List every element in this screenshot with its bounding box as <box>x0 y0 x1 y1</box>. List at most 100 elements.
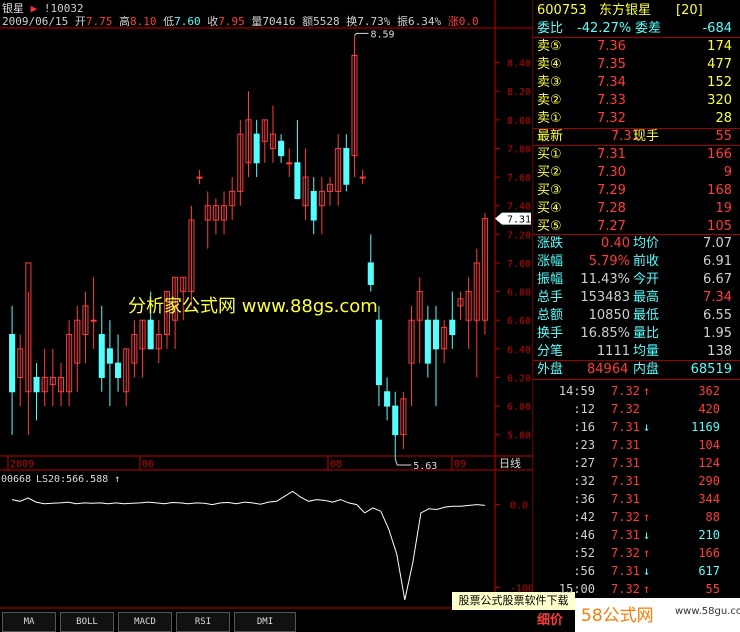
header-date: 2009/06/15 <box>2 15 69 28</box>
stat-label: 均量 <box>633 344 660 359</box>
bid-volume: 168 <box>707 183 732 198</box>
indicator-left-label: 00668 <box>1 474 31 485</box>
last-label: 最新 <box>537 129 564 144</box>
stat-value: 10850 <box>588 308 630 323</box>
price-tick-label: 8.20 <box>507 87 531 98</box>
close-label: 收 <box>207 15 219 28</box>
tab-ma[interactable]: MA <box>2 612 56 632</box>
stat-row: 总额 10850 最低 6.55 <box>533 307 740 325</box>
chg-value: 0.0 <box>458 15 479 28</box>
tick-time: :23 <box>573 438 595 452</box>
candle-down <box>367 262 374 285</box>
candle-down <box>253 133 260 164</box>
stat-value: 153483 <box>580 290 630 305</box>
candle-down <box>115 362 122 378</box>
tick-volume: 362 <box>698 384 720 398</box>
tick-time: :27 <box>573 456 595 470</box>
stat-label: 量比 <box>633 326 660 341</box>
amt-label: 额 <box>302 15 314 28</box>
tab-dmi[interactable]: DMI <box>234 612 296 632</box>
tick-time: :56 <box>573 564 595 578</box>
price-tick-label: 7.60 <box>507 173 531 184</box>
ask-volume: 477 <box>707 57 732 72</box>
candle-down <box>449 319 456 336</box>
price-tick-label: 6.00 <box>507 402 531 413</box>
stat-value: 138 <box>707 344 732 359</box>
ask-row: 卖④ 7.35 477 <box>533 56 740 74</box>
bottom-tab[interactable]: 细价 <box>537 612 563 630</box>
tab-macd[interactable]: MACD <box>118 612 172 632</box>
stat-value: 6.67 <box>703 272 732 287</box>
tick-row: :56 7.31 ↓ 617 <box>533 562 740 580</box>
candle-down <box>9 334 16 393</box>
candle-down <box>33 376 40 393</box>
stat-value: 7.07 <box>703 236 732 251</box>
weicha-label: 委差 <box>635 21 662 36</box>
tick-price: 7.31 <box>611 420 640 434</box>
vol-value: 70416 <box>262 15 296 28</box>
bid-price: 7.30 <box>597 165 626 180</box>
quote-name: 东方银星 <box>599 3 652 18</box>
tick-volume: 290 <box>698 474 720 488</box>
bid-label: 买⑤ <box>537 219 562 234</box>
tab-boll[interactable]: BOLL <box>60 612 114 632</box>
stat-row: 分笔 1111 均量 138 <box>533 343 740 361</box>
low-value: 7.60 <box>174 15 201 28</box>
stat-value: 6.55 <box>703 308 732 323</box>
tick-row: :32 7.31 290 <box>533 472 740 490</box>
stat-label: 分笔 <box>537 344 564 359</box>
ask-volume: 28 <box>715 111 732 126</box>
bid-row: 买⑤ 7.27 105 <box>533 218 740 236</box>
tick-volume: 55 <box>705 582 720 596</box>
price-tick-label: 7.00 <box>507 259 531 270</box>
ask-row: 卖② 7.33 320 <box>533 92 740 110</box>
ask-label: 卖① <box>537 111 562 126</box>
tick-volume: 124 <box>698 456 720 470</box>
stat-value: 1111 <box>596 344 630 359</box>
price-tick-label: 7.20 <box>507 230 531 241</box>
quote-code: 600753 <box>537 3 587 18</box>
open-value: 7.75 <box>85 15 113 28</box>
stat-label: 前收 <box>633 254 660 269</box>
bid-row: 买④ 7.28 19 <box>533 200 740 218</box>
chart-header: 银星 ▶ !10032 2009/06/15 开7.75 高8.10 低7.60… <box>0 0 495 28</box>
down-arrow-icon: ↓ <box>643 528 651 542</box>
turn-value: 7.73% <box>357 15 391 28</box>
candle-down <box>375 319 382 386</box>
now-label: 现手 <box>633 129 660 144</box>
low-marker <box>394 458 412 466</box>
tick-volume: 420 <box>698 402 720 416</box>
tick-price: 7.32 <box>611 384 640 398</box>
tick-volume: 210 <box>698 528 720 542</box>
indicator-tabs: MA BOLL MACD RSI DMI <box>0 610 495 632</box>
current-price-label: 7.31 <box>507 215 531 226</box>
tick-price: 7.31 <box>611 474 640 488</box>
stat-value: 0.40 <box>601 236 630 251</box>
indicator-panel: 0.0-100000668LS20:566.588 ↑ <box>1 474 533 601</box>
ask-row: 卖① 7.32 28 <box>533 110 740 128</box>
amt-value: 5528 <box>313 15 340 28</box>
tick-volume: 104 <box>698 438 720 452</box>
turn-label: 换 <box>346 15 358 28</box>
open-label: 开 <box>74 15 86 28</box>
stat-value: 16.85% <box>580 326 630 341</box>
tab-rsi[interactable]: RSI <box>176 612 230 632</box>
price-tick-label: 5.80 <box>507 431 531 442</box>
tick-time: :42 <box>573 510 595 524</box>
outer-value: 84964 <box>587 362 629 377</box>
divider <box>533 379 740 380</box>
up-arrow-icon: ↑ <box>643 510 651 524</box>
stat-label: 最低 <box>633 308 660 323</box>
tick-row: :23 7.31 104 <box>533 436 740 454</box>
tick-time: :16 <box>573 420 595 434</box>
inner-value: 68519 <box>690 362 732 377</box>
tick-row: 15:00 7.32 ↑ 55 <box>533 580 740 598</box>
vol-label: 量 <box>251 15 263 28</box>
bid-price: 7.31 <box>597 147 626 162</box>
bid-price: 7.27 <box>597 219 626 234</box>
tick-volume: 166 <box>698 546 720 560</box>
stat-label: 今开 <box>633 272 660 287</box>
tick-row: :36 7.31 344 <box>533 490 740 508</box>
stat-label: 振幅 <box>537 272 564 287</box>
tick-time: :52 <box>573 546 595 560</box>
